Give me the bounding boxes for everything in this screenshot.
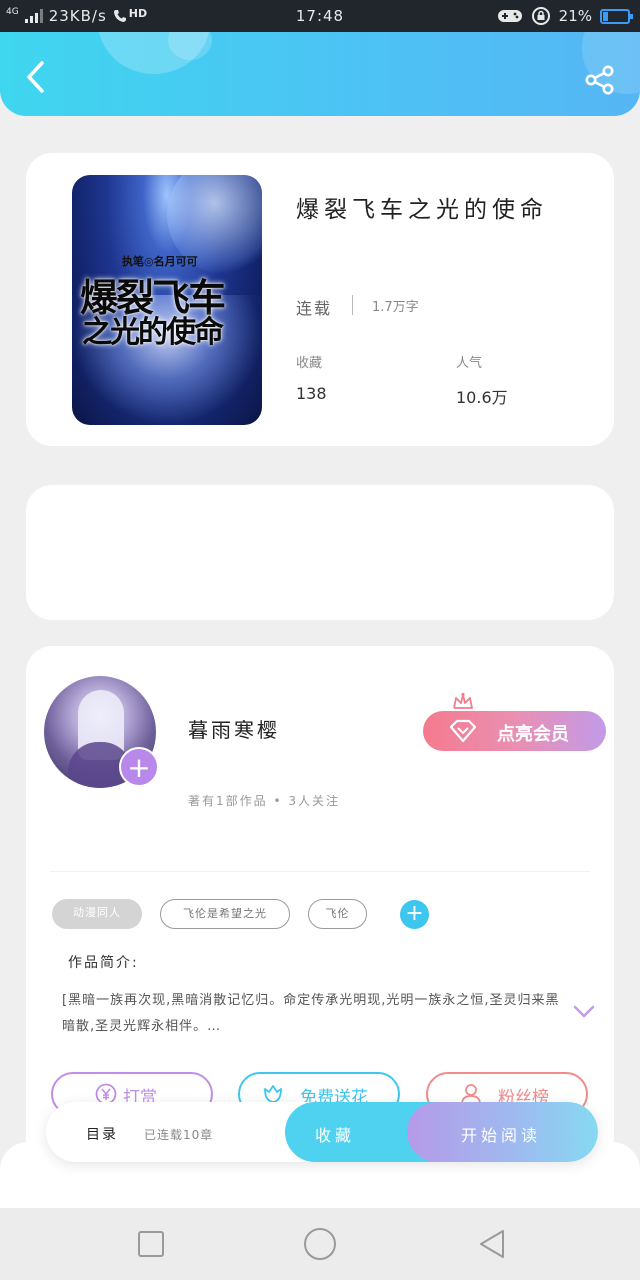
toc-link[interactable]: 目录 [86, 1124, 118, 1144]
favorite-label: 收藏 [315, 1126, 356, 1145]
intro-text: [黑暗一族再次现,黑暗消散记忆归。命定传承光明现,光明一族永之恒,圣灵归来黑暗散… [62, 993, 560, 1034]
recent-apps-icon[interactable] [138, 1231, 164, 1257]
share-icon[interactable] [584, 64, 616, 96]
book-cover[interactable]: 执笔◎名月可可 爆裂飞车 之光的使命 [72, 175, 262, 425]
nav-back-icon[interactable] [478, 1228, 506, 1260]
tag-3[interactable]: 飞伦 [308, 899, 367, 929]
word-count: 1.7万字 [372, 300, 419, 315]
tag-2[interactable]: 飞伦是希望之光 [160, 899, 290, 929]
author-name: 暮雨寒樱 [188, 718, 280, 742]
start-reading-label: 开始阅读 [461, 1126, 542, 1145]
cover-title-line2: 之光的使命 [82, 315, 224, 350]
back-arrow-icon[interactable] [22, 60, 50, 94]
popularity-value: 10.6万 [456, 388, 508, 407]
status-bar: 4G 23KB/s HD 17:48 21% [0, 0, 640, 32]
empty-card [26, 485, 614, 620]
popularity-label: 人气 [456, 356, 483, 371]
author-meta: 著有1部作品 • 3人关注 [188, 794, 340, 808]
add-tag-icon[interactable]: + [400, 900, 429, 929]
home-icon[interactable] [304, 1228, 336, 1260]
book-title: 爆裂飞车之光的使命 [296, 197, 548, 223]
battery-icon [600, 8, 633, 24]
battery-percent: 21% [558, 7, 592, 25]
diamond-icon [449, 719, 477, 743]
status-right: 21% [497, 6, 633, 26]
gamepad-icon [497, 10, 522, 22]
favorites-value: 138 [296, 384, 327, 403]
vip-button[interactable]: 点亮会员 [423, 711, 606, 751]
header [0, 32, 640, 116]
separator [50, 871, 590, 872]
rotation-lock-icon [531, 7, 550, 25]
chapter-count: 已连载10章 [144, 1128, 214, 1142]
serial-status: 连载 [296, 299, 333, 318]
tag-1[interactable]: 动漫同人 [52, 899, 142, 929]
chevron-down-icon[interactable] [573, 1004, 595, 1020]
status-divider [352, 295, 353, 315]
follow-plus-icon[interactable]: + [119, 747, 159, 787]
intro-label: 作品简介: [68, 955, 139, 971]
favorites-label: 收藏 [296, 356, 323, 371]
start-reading-button[interactable]: 开始阅读 [407, 1102, 598, 1162]
bottom-action-bar: 目录 已连载10章 收藏 开始阅读 [46, 1102, 598, 1162]
vip-button-label: 点亮会员 [497, 724, 569, 745]
crown-icon [453, 692, 473, 709]
